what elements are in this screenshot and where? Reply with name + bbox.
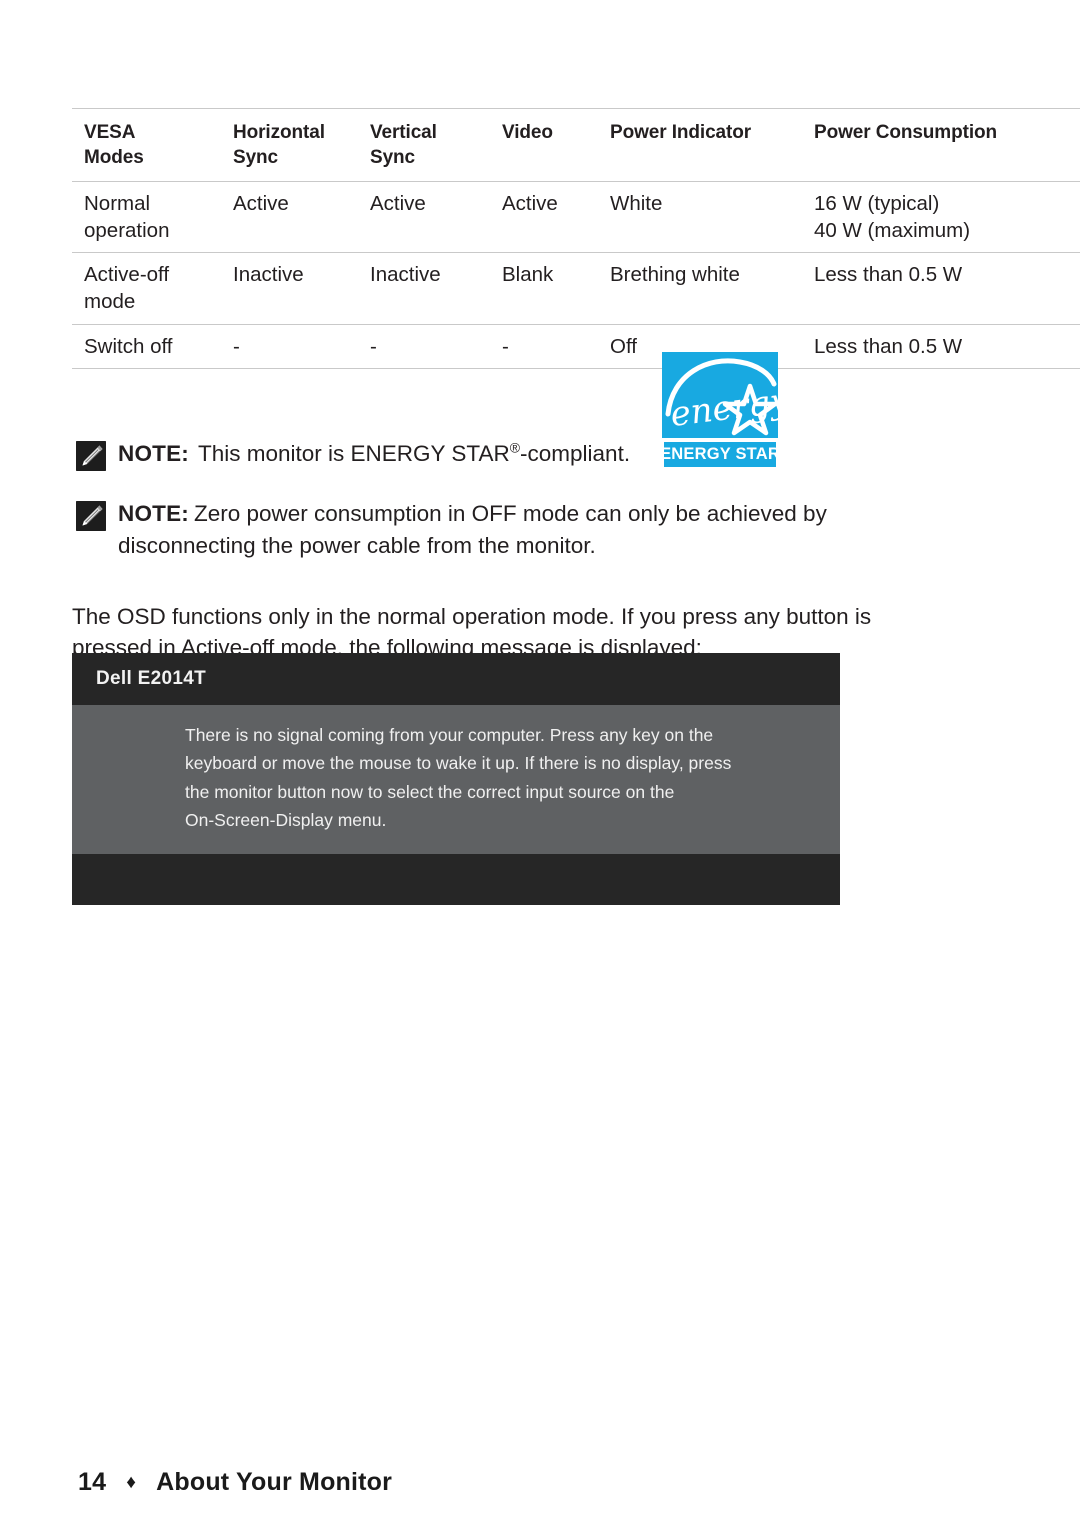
table-header-row: VESA Modes Horizontal Sync Vertical Sync…: [72, 108, 1080, 182]
cell-line: -: [502, 334, 509, 358]
cell-line: Blank: [502, 263, 554, 287]
header-line: VESA: [84, 122, 136, 143]
footer-section-title: About Your Monitor: [156, 1468, 393, 1496]
note-sentence-a: This monitor is ENERGY STAR: [198, 441, 510, 466]
cell-line: -: [370, 334, 377, 358]
header-line: Sync: [233, 147, 279, 169]
column-header-power-indicator: Power Indicator: [598, 109, 802, 182]
cell-vertical-sync: Inactive: [358, 253, 490, 325]
cell-power-consumption: Less than 0.5 W: [802, 324, 1080, 368]
cell-power-indicator: Brething white: [598, 253, 802, 325]
table-row: Switch off - - - Off Less than 0.5 W: [72, 324, 1080, 369]
page-number: 14: [78, 1468, 107, 1496]
cell-line: Active-off: [84, 263, 170, 287]
cell-line: Active: [502, 191, 558, 215]
column-header-video: Video: [490, 109, 598, 182]
osd-message-line: keyboard or move the mouse to wake it up…: [185, 753, 732, 774]
header-line: Modes: [84, 147, 144, 169]
osd-message-dialog: Dell E2014T There is no signal coming fr…: [72, 653, 840, 905]
cell-line: 40 W (maximum): [814, 218, 971, 242]
diamond-separator-icon: ♦: [126, 1472, 137, 1493]
cell-line: operation: [84, 218, 170, 242]
cell-video: -: [490, 324, 598, 368]
table-row: Active-off mode Inactive Inactive Blank …: [72, 253, 1080, 325]
header-line: Sync: [370, 147, 416, 169]
note-text: NOTE: Zero power consumption in OFF mode …: [118, 498, 966, 562]
cell-line: Inactive: [233, 263, 304, 287]
cell-line: -: [233, 334, 240, 358]
note-energy-star-compliant: NOTE: This monitor is ENERGY STAR®-compli…: [76, 438, 836, 471]
power-management-table: VESA Modes Horizontal Sync Vertical Sync…: [72, 108, 1080, 369]
document-page: VESA Modes Horizontal Sync Vertical Sync…: [0, 0, 1080, 1532]
table-row: Normal operation Active Active Active Wh…: [72, 181, 1080, 253]
osd-dialog-footer: [72, 854, 840, 905]
cell-line: Brething white: [610, 263, 740, 287]
cell-line: 16 W (typical): [814, 191, 940, 215]
note-sentence: Zero power consumption in OFF mode can o…: [118, 501, 827, 558]
table-body: Normal operation Active Active Active Wh…: [72, 181, 1080, 369]
osd-message-line: the monitor button now to select the cor…: [185, 781, 675, 802]
osd-message-line: On-Screen-Display menu.: [185, 810, 387, 831]
cell-line: Active: [233, 191, 289, 215]
energy-star-graphic: energy: [665, 358, 778, 436]
cell-horizontal-sync: Active: [221, 181, 358, 253]
cell-vertical-sync: -: [358, 324, 490, 368]
note-label: NOTE:: [118, 441, 189, 466]
header-line: Video: [502, 122, 553, 143]
cell-vesa-mode: Normal operation: [72, 181, 221, 253]
cell-video: Blank: [490, 253, 598, 325]
note-pencil-icon: [76, 441, 106, 471]
cell-vesa-mode: Switch off: [72, 324, 221, 368]
header-line: Power Consumption: [814, 122, 998, 143]
column-header-vertical-sync: Vertical Sync: [358, 109, 490, 182]
note-text: NOTE: This monitor is ENERGY STAR®-compli…: [118, 438, 630, 470]
cell-line: Inactive: [370, 263, 441, 287]
page-footer: 14 ♦ About Your Monitor: [78, 1468, 392, 1497]
cell-power-consumption: 16 W (typical) 40 W (maximum): [802, 181, 1080, 253]
note-sentence-b: -compliant.: [520, 441, 631, 466]
cell-line: Less than 0.5 W: [814, 334, 963, 358]
cell-line: Active: [370, 191, 426, 215]
cell-vertical-sync: Active: [358, 181, 490, 253]
cell-horizontal-sync: Inactive: [221, 253, 358, 325]
header-line: Vertical: [370, 122, 437, 143]
cell-line: Less than 0.5 W: [814, 263, 963, 287]
cell-vesa-mode: Active-off mode: [72, 253, 221, 325]
cell-line: White: [610, 191, 663, 215]
header-line: Horizontal: [233, 122, 325, 143]
osd-dialog-header: Dell E2014T: [72, 653, 840, 705]
column-header-horizontal-sync: Horizontal Sync: [221, 109, 358, 182]
svg-text:energy: energy: [668, 381, 778, 435]
column-header-power-consumption: Power Consumption: [802, 109, 1080, 182]
cell-line: Switch off: [84, 334, 173, 358]
note-pencil-icon: [76, 501, 106, 531]
osd-dialog-body: There is no signal coming from your comp…: [72, 705, 840, 854]
osd-dialog-title: Dell E2014T: [96, 668, 206, 689]
note-label: NOTE:: [118, 501, 189, 526]
energy-star-emblem: energy: [662, 352, 778, 438]
cell-power-indicator: White: [598, 181, 802, 253]
column-header-vesa-modes: VESA Modes: [72, 109, 221, 182]
cell-video: Active: [490, 181, 598, 253]
cell-power-consumption: Less than 0.5 W: [802, 253, 1080, 325]
cell-line: mode: [84, 290, 136, 314]
cell-horizontal-sync: -: [221, 324, 358, 368]
table-header: VESA Modes Horizontal Sync Vertical Sync…: [72, 108, 1080, 182]
note-zero-power-consumption: NOTE: Zero power consumption in OFF mode …: [76, 498, 966, 562]
osd-message-line: There is no signal coming from your comp…: [185, 725, 714, 745]
header-line: Power Indicator: [610, 122, 752, 143]
registered-mark: ®: [509, 439, 521, 456]
cell-line: Normal: [84, 191, 151, 215]
